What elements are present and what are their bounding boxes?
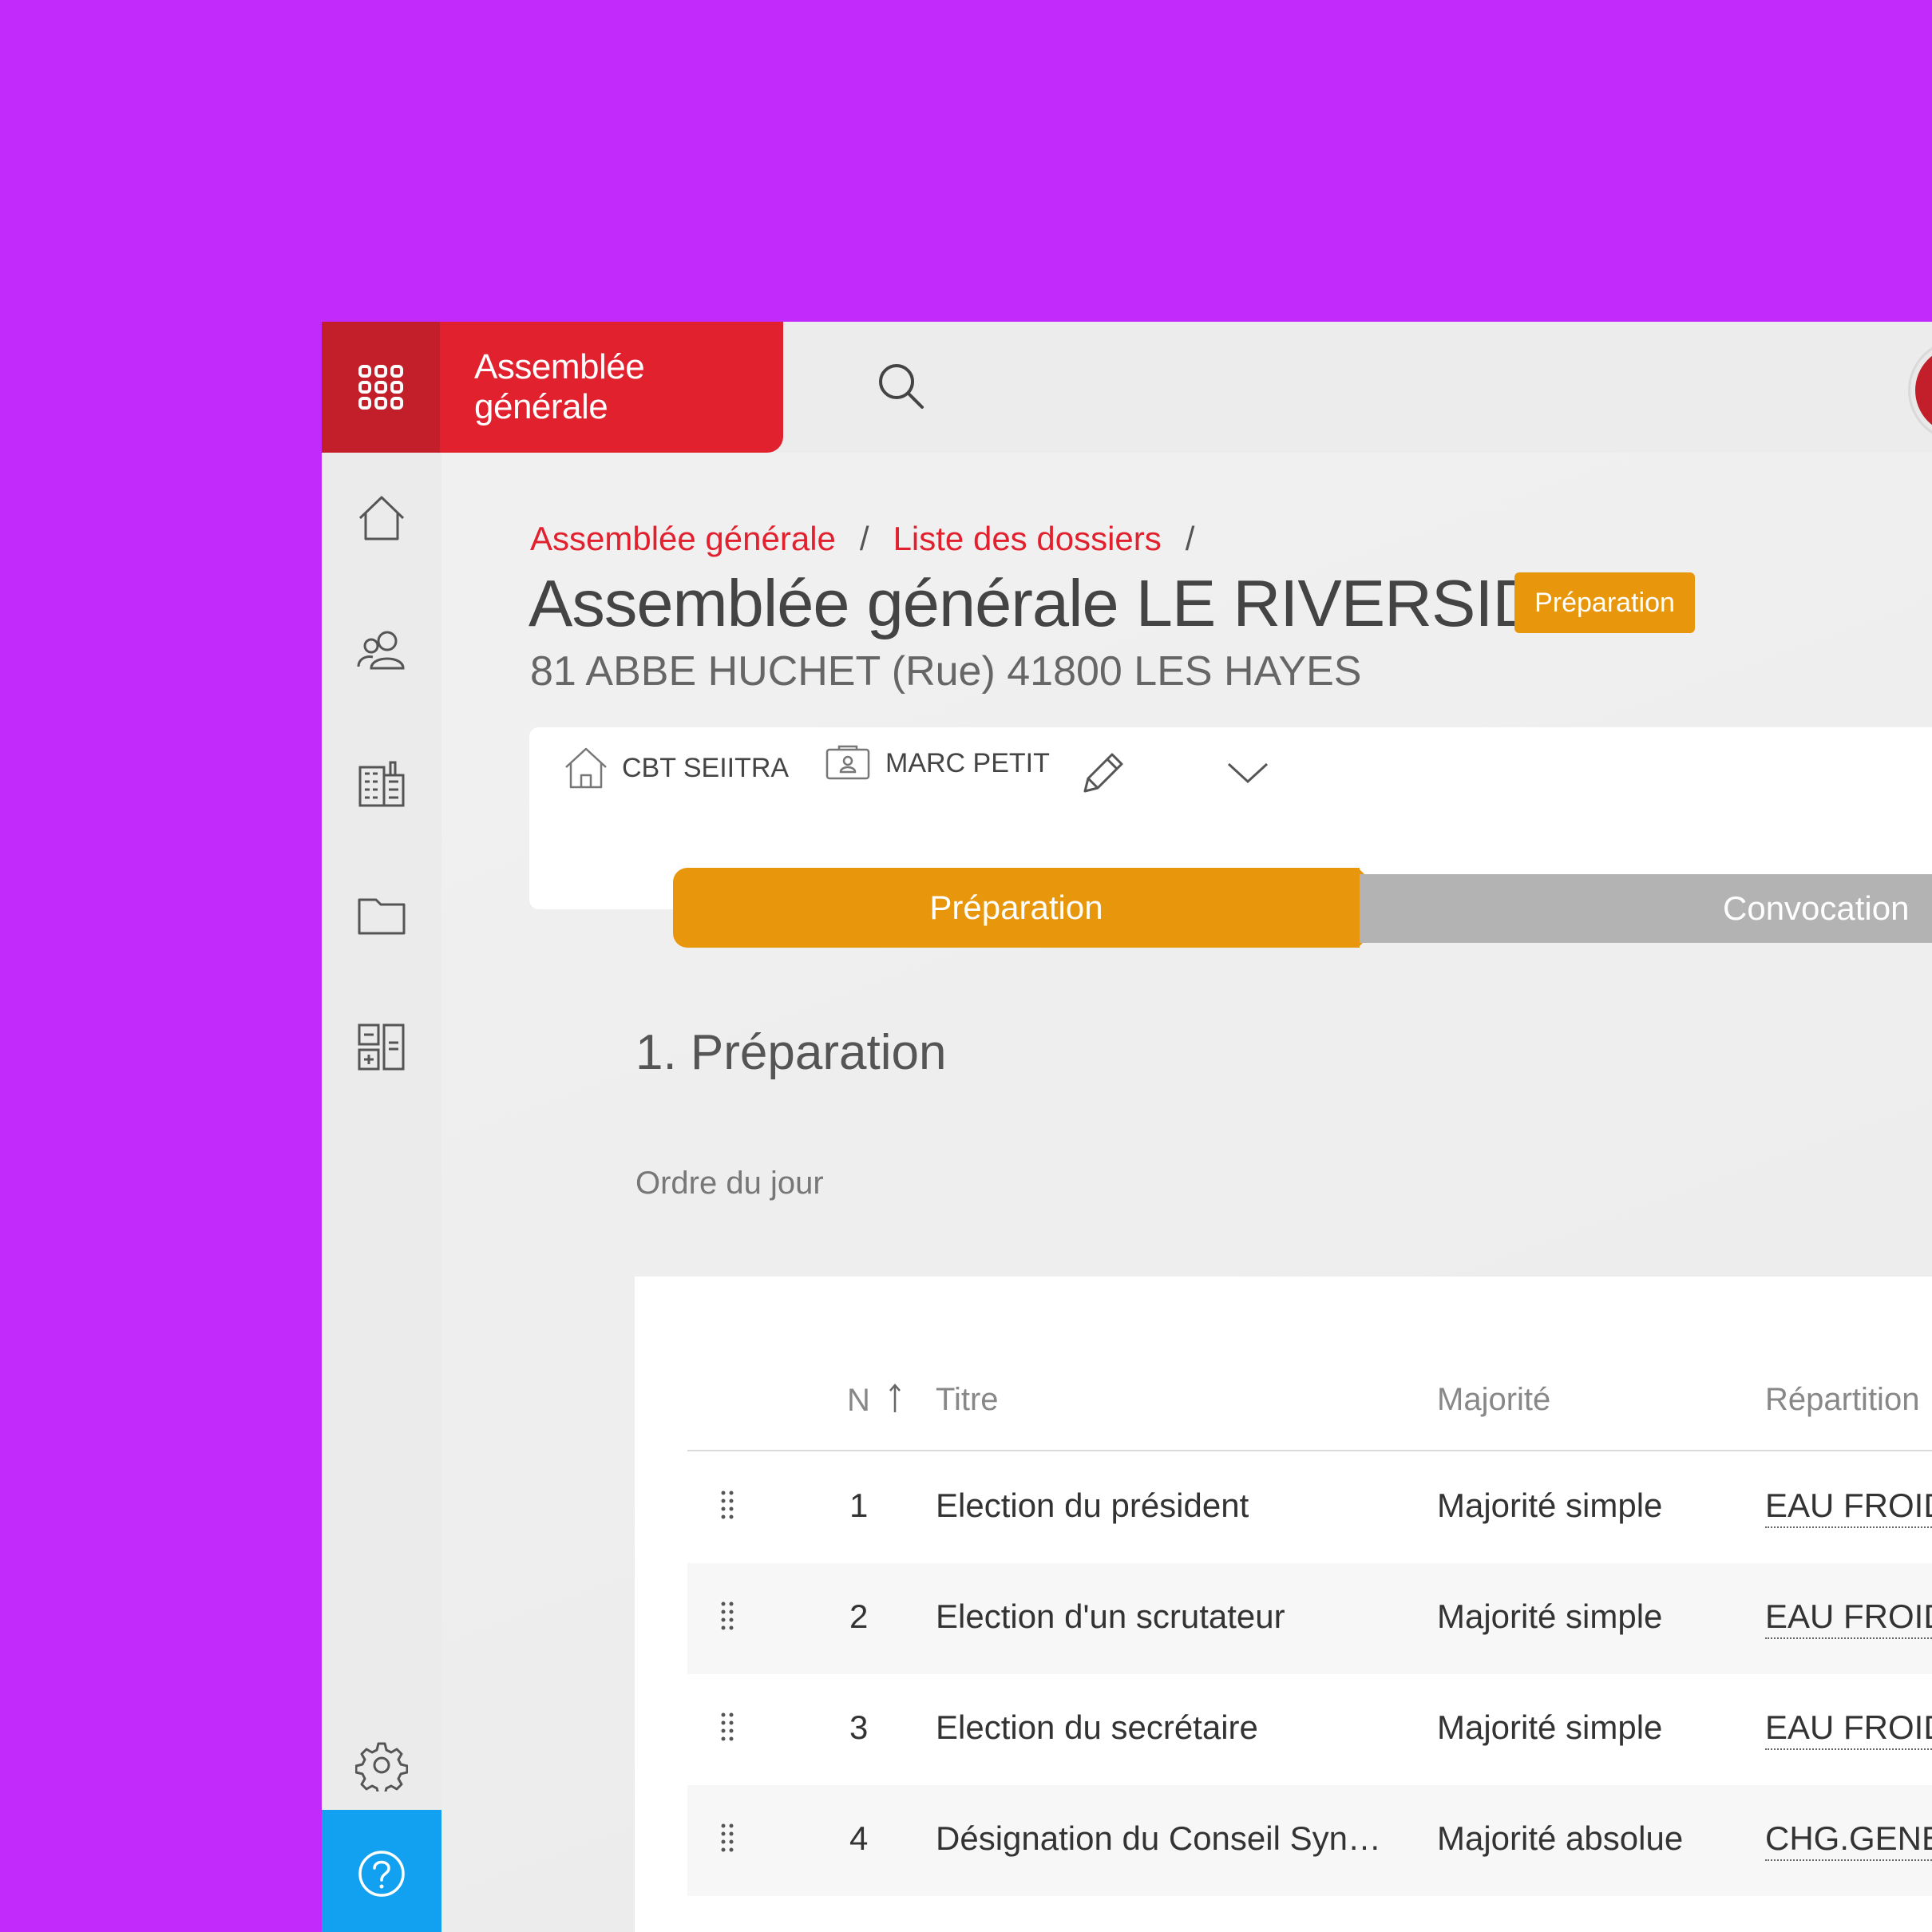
row-distribution[interactable]: CHG.GENE. bbox=[1765, 1819, 1932, 1861]
calculator-icon[interactable] bbox=[355, 1021, 408, 1074]
row-distribution[interactable]: EAU FROID bbox=[1765, 1708, 1932, 1750]
help-button[interactable] bbox=[322, 1810, 441, 1932]
contact-card-icon bbox=[825, 745, 870, 780]
apps-grid-button[interactable] bbox=[322, 322, 440, 453]
avatar[interactable] bbox=[1910, 342, 1932, 439]
row-distribution[interactable]: EAU FROID bbox=[1765, 1597, 1932, 1639]
step-preparation[interactable]: Préparation bbox=[673, 868, 1360, 948]
row-number: 4 bbox=[849, 1819, 869, 1857]
table-row[interactable]: 3 Election du secrétaire Majorité simple… bbox=[687, 1674, 1932, 1785]
column-header-number[interactable]: N bbox=[847, 1382, 903, 1419]
drag-handle-icon[interactable] bbox=[719, 1489, 735, 1521]
sort-up-icon bbox=[889, 1384, 901, 1412]
breadcrumb-separator: / bbox=[1185, 520, 1195, 557]
address: 81 ABBE HUCHET (Rue) 41800 LES HAYES bbox=[530, 648, 1362, 695]
building-info[interactable]: CBT SEIITRA bbox=[563, 745, 789, 791]
section-subtitle: Ordre du jour bbox=[635, 1166, 824, 1201]
row-number: 3 bbox=[849, 1708, 869, 1746]
home-icon bbox=[565, 747, 607, 789]
building-icon[interactable] bbox=[355, 756, 408, 809]
search-icon bbox=[879, 364, 924, 409]
app-title-tab[interactable]: Assemblée générale bbox=[440, 322, 783, 453]
column-header-number-label: N bbox=[847, 1383, 870, 1418]
breadcrumb-link-dossiers[interactable]: Liste des dossiers bbox=[893, 520, 1162, 557]
folder-icon[interactable] bbox=[355, 889, 408, 941]
breadcrumb-link-assemblee[interactable]: Assemblée générale bbox=[530, 520, 836, 557]
page-title: Assemblée générale LE RIVERSIDE bbox=[529, 566, 1584, 640]
gear-icon[interactable] bbox=[355, 1739, 408, 1791]
pencil-icon[interactable] bbox=[1079, 748, 1128, 798]
row-majority: Majorité absolue bbox=[1437, 1819, 1684, 1857]
row-title: Election du président bbox=[936, 1487, 1249, 1524]
top-bar: Assemblée générale bbox=[322, 322, 1932, 453]
row-title: Désignation du Conseil Syn… bbox=[936, 1819, 1381, 1857]
row-majority: Majorité simple bbox=[1437, 1487, 1663, 1524]
row-title: Election du secrétaire bbox=[936, 1708, 1258, 1746]
home-icon[interactable] bbox=[355, 493, 408, 545]
chevron-down-icon[interactable] bbox=[1224, 753, 1272, 793]
app-title: Assemblée générale bbox=[474, 347, 645, 426]
row-majority: Majorité simple bbox=[1437, 1597, 1663, 1635]
table-row[interactable]: 2 Election d'un scrutateur Majorité simp… bbox=[687, 1563, 1932, 1674]
column-header-title[interactable]: Titre bbox=[936, 1382, 999, 1418]
building-name: CBT SEIITRA bbox=[622, 752, 790, 783]
column-header-majority[interactable]: Majorité bbox=[1437, 1382, 1550, 1418]
search-button[interactable] bbox=[873, 358, 928, 414]
app-window: Assemblée générale Assemblée générale / … bbox=[322, 322, 1932, 1932]
apps-grid-icon bbox=[358, 365, 403, 410]
breadcrumb: Assemblée générale / Liste des dossiers / bbox=[530, 520, 1218, 558]
manager-name: MARC PETIT bbox=[885, 747, 1050, 778]
table-header-divider bbox=[687, 1450, 1932, 1451]
row-title: Election d'un scrutateur bbox=[936, 1597, 1285, 1635]
help-icon bbox=[358, 1851, 405, 1897]
breadcrumb-separator: / bbox=[859, 520, 869, 557]
users-icon[interactable] bbox=[355, 624, 408, 676]
manager-info[interactable]: MARC PETIT bbox=[825, 745, 1050, 782]
column-header-distribution[interactable]: Répartition bbox=[1765, 1382, 1919, 1418]
drag-handle-icon[interactable] bbox=[719, 1711, 735, 1743]
step-convocation[interactable]: Convocation bbox=[1360, 874, 1932, 943]
section-title: 1. Préparation bbox=[635, 1025, 947, 1080]
drag-handle-icon[interactable] bbox=[719, 1822, 735, 1854]
drag-handle-icon[interactable] bbox=[719, 1600, 735, 1632]
row-distribution[interactable]: EAU FROID bbox=[1765, 1487, 1932, 1528]
row-number: 1 bbox=[849, 1487, 869, 1524]
table-row[interactable]: 1 Election du président Majorité simple … bbox=[687, 1452, 1932, 1563]
row-number: 2 bbox=[849, 1597, 869, 1635]
row-majority: Majorité simple bbox=[1437, 1708, 1663, 1746]
sidebar bbox=[322, 453, 441, 1932]
status-badge: Préparation bbox=[1514, 572, 1695, 633]
step-convocation-label: Convocation bbox=[1723, 889, 1910, 927]
table-row[interactable]: 4 Désignation du Conseil Syn… Majorité a… bbox=[687, 1785, 1932, 1896]
